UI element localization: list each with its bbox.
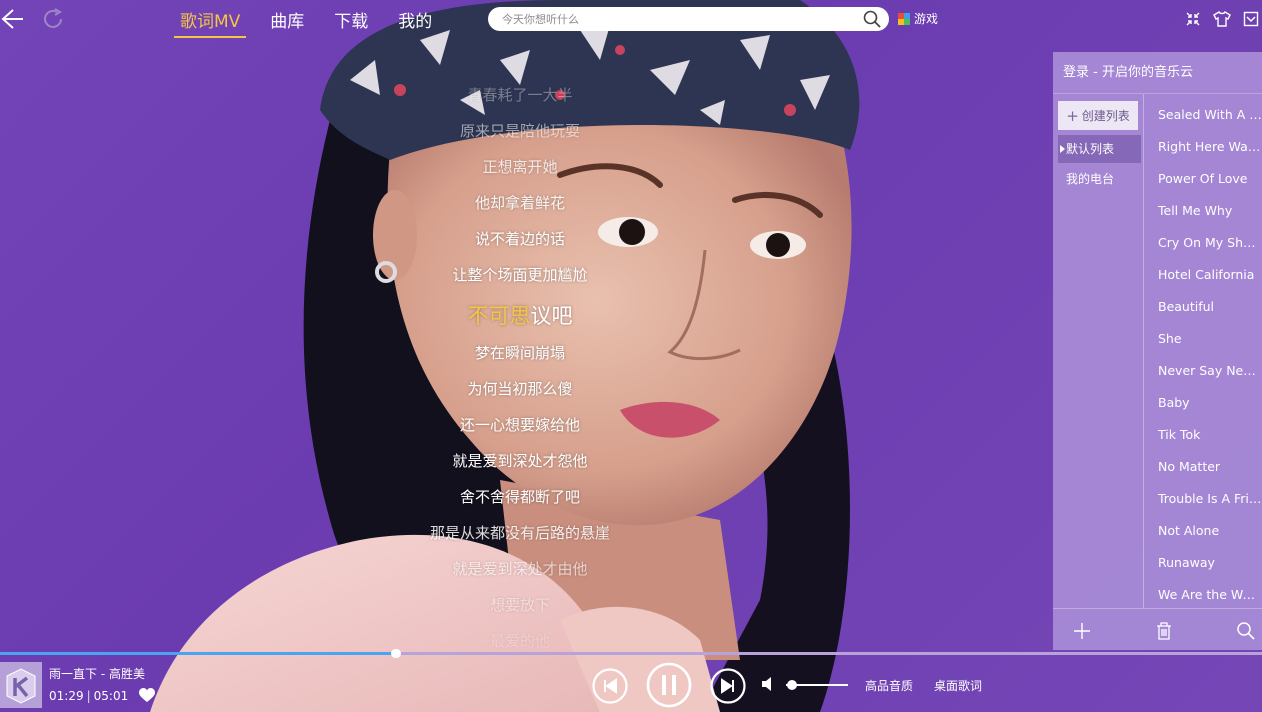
player-bar: 雨一直下 - 高胜美 01:29 | 05:01 高品音质 桌面歌词 bbox=[0, 658, 1262, 712]
create-playlist-label: 创建列表 bbox=[1081, 109, 1130, 123]
skin-icon bbox=[1213, 11, 1231, 27]
total-time: 05:01 bbox=[93, 689, 129, 703]
back-arrow-icon bbox=[1, 9, 23, 29]
progress-fill bbox=[0, 652, 397, 655]
song-item[interactable]: Tell Me Why bbox=[1144, 190, 1262, 222]
top-bar: 歌词MV 曲库 下载 我的 游戏 bbox=[0, 0, 1262, 38]
song-item[interactable]: She bbox=[1144, 318, 1262, 350]
tab-lyrics-mv[interactable]: 歌词MV bbox=[174, 7, 247, 38]
panel-footer bbox=[1053, 608, 1262, 650]
now-playing-title: 雨一直下 - 高胜美 bbox=[49, 667, 145, 681]
add-icon bbox=[1074, 623, 1090, 639]
tab-library[interactable]: 曲库 bbox=[264, 7, 310, 38]
search-icon bbox=[1237, 622, 1255, 640]
volume-icon[interactable] bbox=[760, 676, 776, 692]
refresh-button[interactable] bbox=[40, 6, 66, 32]
search-icon[interactable] bbox=[863, 10, 881, 28]
trash-icon bbox=[1157, 622, 1171, 640]
song-item[interactable]: Trouble Is A Friend bbox=[1144, 478, 1262, 510]
volume-handle[interactable] bbox=[787, 680, 798, 690]
games-icon bbox=[898, 12, 910, 25]
album-cover[interactable] bbox=[0, 662, 42, 708]
play-pause-button[interactable] bbox=[646, 662, 692, 708]
add-song-button[interactable] bbox=[1071, 620, 1093, 642]
time-separator: | bbox=[86, 689, 91, 703]
song-item[interactable]: Sealed With A Kiss bbox=[1144, 94, 1262, 126]
refresh-icon bbox=[44, 8, 62, 28]
song-item[interactable]: Tik Tok bbox=[1144, 414, 1262, 446]
desktop-lyrics-button[interactable]: 桌面歌词 bbox=[934, 677, 982, 694]
playback-progress[interactable] bbox=[0, 649, 1262, 658]
delete-song-button[interactable] bbox=[1153, 620, 1175, 642]
games-label: 游戏 bbox=[914, 12, 939, 26]
lyric-sung-part: 不可思 bbox=[467, 304, 531, 328]
elapsed-time: 01:29 bbox=[49, 689, 84, 703]
song-item[interactable]: Runaway bbox=[1144, 542, 1262, 574]
lyrics-panel: 青春耗了一大半 原来只是陪他玩耍 正想离开她 他却拿着鲜花 说不着边的话 让整个… bbox=[370, 80, 670, 650]
lyric-line: 说不着边的话 bbox=[474, 230, 565, 248]
lyric-line: 就是爱到深处才由他 bbox=[452, 560, 588, 578]
song-item[interactable]: We Are the World bbox=[1144, 574, 1262, 606]
song-item[interactable]: Never Say Never bbox=[1144, 350, 1262, 382]
lyric-line: 青春耗了一大半 bbox=[467, 86, 573, 104]
song-list: Sealed With A Kiss Right Here Waiting Po… bbox=[1144, 94, 1262, 608]
song-item[interactable]: Right Here Waiting bbox=[1144, 126, 1262, 158]
next-button[interactable] bbox=[710, 668, 746, 704]
playlist-sidebar: + 创建列表 默认列表 我的电台 bbox=[1053, 94, 1143, 608]
games-link[interactable]: 游戏 bbox=[898, 10, 938, 27]
lyric-line: 就是爱到深处才怨他 bbox=[452, 452, 588, 470]
song-item[interactable]: Hotel California bbox=[1144, 254, 1262, 286]
search-input[interactable] bbox=[502, 12, 842, 26]
pause-icon bbox=[646, 662, 692, 708]
search-box bbox=[488, 7, 889, 31]
previous-button[interactable] bbox=[592, 668, 628, 704]
playlist-radio[interactable]: 我的电台 bbox=[1058, 165, 1141, 193]
lyric-line: 那是从来都没有后路的悬崖 bbox=[429, 524, 610, 542]
lyric-line: 为何当初那么傻 bbox=[467, 380, 573, 398]
prev-icon bbox=[592, 668, 628, 704]
tab-mine[interactable]: 我的 bbox=[392, 7, 438, 38]
tab-download[interactable]: 下载 bbox=[328, 7, 374, 38]
song-item[interactable]: Beautiful bbox=[1144, 286, 1262, 318]
search-song-button[interactable] bbox=[1235, 620, 1257, 642]
lyric-line: 他却拿着鲜花 bbox=[474, 194, 565, 212]
shrink-button[interactable] bbox=[1183, 9, 1203, 29]
progress-handle[interactable] bbox=[391, 649, 402, 658]
lyric-line: 还一心想要嫁给他 bbox=[459, 416, 580, 434]
current-lyric-line: 不可思议吧 bbox=[370, 300, 670, 330]
song-item[interactable]: Not Alone bbox=[1144, 510, 1262, 542]
skin-button[interactable] bbox=[1212, 9, 1232, 29]
lyric-line: 想要放下 bbox=[489, 596, 550, 614]
playlist-default[interactable]: 默认列表 bbox=[1058, 135, 1141, 163]
song-item[interactable]: Cry On My Shoulder bbox=[1144, 222, 1262, 254]
song-item[interactable]: Baby bbox=[1144, 382, 1262, 414]
lyric-line: 正想离开她 bbox=[482, 158, 558, 176]
shrink-icon bbox=[1186, 12, 1200, 26]
create-playlist-button[interactable]: + 创建列表 bbox=[1058, 101, 1138, 130]
lyric-line: 原来只是陪他玩耍 bbox=[459, 122, 580, 140]
menu-dropdown-icon bbox=[1243, 11, 1259, 27]
lyric-line: 最爱的他 bbox=[489, 632, 550, 650]
song-item[interactable]: No Matter bbox=[1144, 446, 1262, 478]
volume-slider[interactable] bbox=[786, 680, 848, 690]
heart-icon[interactable] bbox=[139, 688, 155, 703]
lyric-line: 让整个场面更加尴尬 bbox=[452, 266, 588, 284]
lyric-line: 舍不舍得都断了吧 bbox=[459, 488, 580, 506]
plus-icon: + bbox=[1066, 106, 1079, 125]
login-prompt[interactable]: 登录 - 开启你的音乐云 bbox=[1053, 52, 1262, 94]
lyric-line: 梦在瞬间崩塌 bbox=[474, 344, 565, 362]
time-display: 01:29 | 05:01 bbox=[49, 689, 128, 703]
next-icon bbox=[710, 668, 746, 704]
lyric-remaining-part: 议吧 bbox=[530, 304, 573, 328]
playlist-panel: 登录 - 开启你的音乐云 + 创建列表 默认列表 我的电台 Sealed Wit… bbox=[1053, 52, 1262, 650]
back-button[interactable] bbox=[0, 6, 26, 32]
song-item[interactable]: Power Of Love bbox=[1144, 158, 1262, 190]
kuwo-logo-icon bbox=[6, 668, 36, 704]
main-tabs: 歌词MV 曲库 下载 我的 bbox=[174, 7, 456, 38]
quality-button[interactable]: 高品音质 bbox=[865, 677, 913, 694]
menu-button[interactable] bbox=[1241, 9, 1261, 29]
